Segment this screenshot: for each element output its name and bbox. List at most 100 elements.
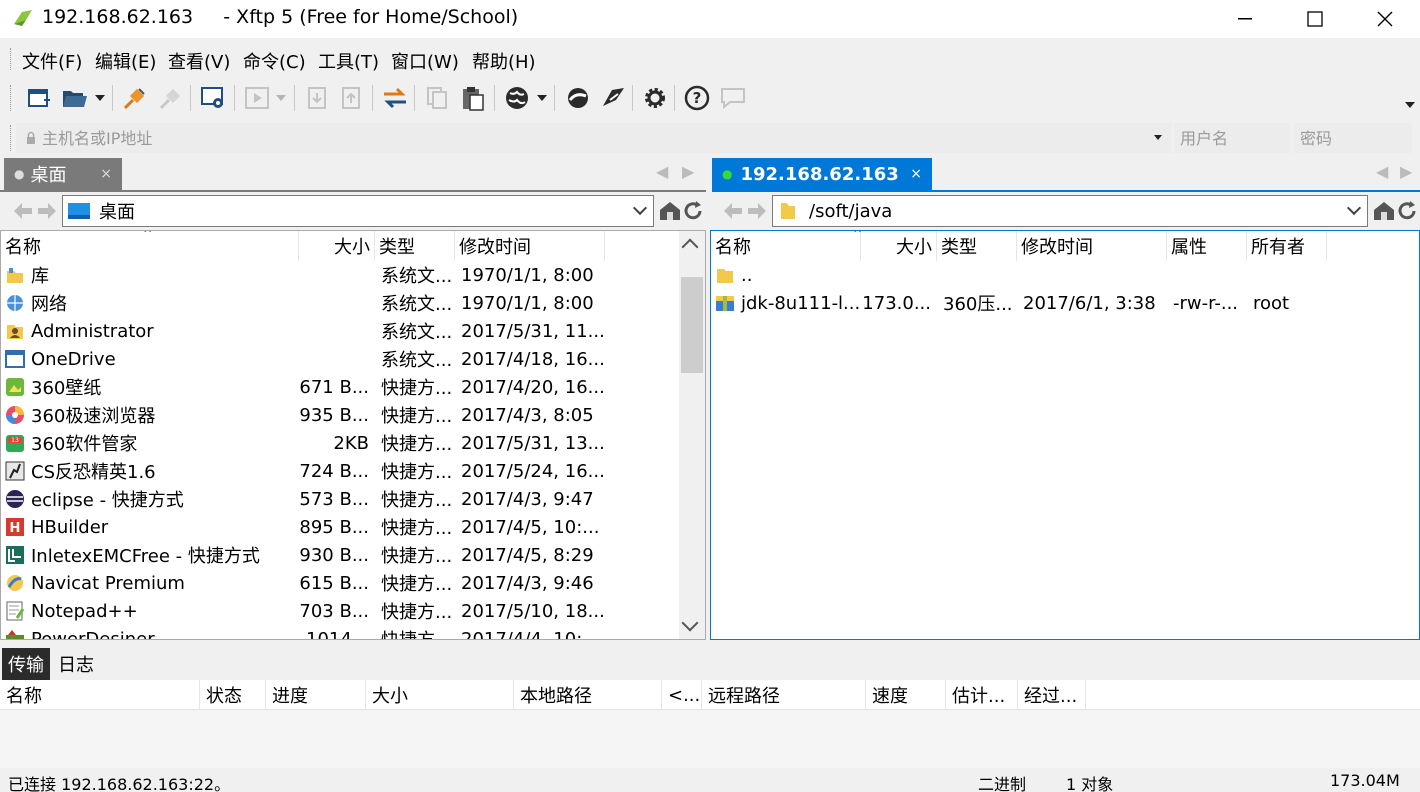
tab-scroll-left-icon[interactable]: ◀ bbox=[1376, 162, 1388, 181]
open-session-button[interactable] bbox=[60, 83, 90, 113]
column-header[interactable]: 修改时间 bbox=[1017, 231, 1167, 261]
local-scroll-thumb[interactable] bbox=[681, 277, 703, 373]
host-input[interactable] bbox=[16, 123, 1172, 153]
tab-local-desktop[interactable]: ● 桌面 × bbox=[4, 158, 122, 190]
file-row[interactable]: 360极速浏览器 935 B... 快捷方... 2017/4/3, 8:05 bbox=[1, 401, 605, 429]
host-history-dropdown-icon[interactable] bbox=[1154, 135, 1162, 140]
file-modified-cell: 2017/5/31, 13... bbox=[455, 429, 605, 457]
scroll-down-icon[interactable] bbox=[681, 614, 699, 632]
file-row[interactable]: Navicat Premium 615 B... 快捷方... 2017/4/3, 9… bbox=[1, 569, 605, 597]
disconnect-button[interactable] bbox=[156, 83, 186, 113]
file-row[interactable]: 13 360软件管家 2KB 快捷方... 2017/5/31, 13... bbox=[1, 429, 605, 457]
file-row[interactable]: 网络 系统文... 1970/1/1, 8:00 bbox=[1, 289, 605, 317]
toolbar-overflow-icon[interactable] bbox=[1405, 102, 1415, 108]
transfer-column-header[interactable]: 速度 bbox=[866, 680, 946, 710]
file-row[interactable]: eclipse - 快捷方式 573 B... 快捷方... 2017/4/3, 9:… bbox=[1, 485, 605, 513]
tab-scroll-left-icon[interactable]: ◀ bbox=[656, 162, 668, 181]
file-row[interactable]: 库 系统文... 1970/1/1, 8:00 bbox=[1, 261, 605, 289]
transfer-column-header[interactable]: 估计... bbox=[946, 680, 1018, 710]
copy-button[interactable] bbox=[422, 83, 452, 113]
column-header[interactable]: 类型 bbox=[937, 231, 1017, 261]
file-row[interactable]: 360壁纸 671 B... 快捷方... 2017/4/20, 16... bbox=[1, 373, 605, 401]
close-icon bbox=[1377, 11, 1393, 27]
transfer-column-header[interactable]: 状态 bbox=[200, 680, 266, 710]
file-row[interactable]: CS反恐精英1.6 724 B... 快捷方... 2017/5/24, 16... bbox=[1, 457, 605, 485]
sync-button[interactable] bbox=[380, 83, 410, 113]
file-size-cell bbox=[299, 317, 375, 345]
menu-edit[interactable]: 编辑(E) bbox=[95, 48, 156, 74]
transfer-column-header[interactable]: <... bbox=[662, 680, 702, 710]
transfer-column-header[interactable]: 远程路径 bbox=[702, 680, 866, 710]
file-type-cell: 快捷方... bbox=[375, 625, 455, 639]
menu-view[interactable]: 查看(V) bbox=[168, 48, 230, 74]
home-folder-icon[interactable] bbox=[1372, 200, 1396, 222]
file-row[interactable]: Administrator 系统文... 2017/5/31, 11... bbox=[1, 317, 605, 345]
column-header[interactable]: 所有者 bbox=[1247, 231, 1327, 261]
upload-button[interactable] bbox=[336, 83, 366, 113]
close-tab-icon[interactable]: × bbox=[910, 166, 922, 182]
encoding-dropdown-icon[interactable] bbox=[537, 95, 547, 101]
file-row[interactable]: Notepad++ 703 B... 快捷方... 2017/5/10, 18... bbox=[1, 597, 605, 625]
local-path-combobox[interactable]: 桌面 bbox=[62, 195, 654, 227]
new-session-button[interactable] bbox=[24, 83, 54, 113]
transfer-column-header[interactable]: 名称 bbox=[0, 680, 200, 710]
transfer-column-header[interactable]: 大小 bbox=[366, 680, 514, 710]
xftp-new-window-button[interactable] bbox=[598, 83, 628, 113]
connect-button[interactable] bbox=[120, 83, 150, 113]
file-row[interactable]: .. bbox=[711, 261, 1327, 289]
transfer-dropdown-icon[interactable] bbox=[276, 95, 286, 101]
chat-button[interactable] bbox=[718, 83, 748, 113]
start-transfer-button[interactable] bbox=[242, 83, 272, 113]
encoding-button[interactable] bbox=[502, 83, 532, 113]
column-header[interactable]: 属性 bbox=[1167, 231, 1247, 261]
username-input[interactable] bbox=[1174, 123, 1290, 153]
download-button[interactable] bbox=[302, 83, 332, 113]
help-button[interactable]: ? bbox=[682, 83, 712, 113]
column-header[interactable]: 类型 bbox=[375, 231, 455, 261]
refresh-icon[interactable] bbox=[1396, 200, 1418, 222]
back-arrow-icon[interactable] bbox=[722, 201, 744, 221]
forward-arrow-icon[interactable] bbox=[36, 201, 58, 221]
transfer-column-header[interactable]: 进度 bbox=[266, 680, 366, 710]
column-header[interactable]: 名称 ⌃ bbox=[1, 231, 299, 261]
paste-button[interactable] bbox=[458, 83, 488, 113]
properties-button[interactable] bbox=[198, 83, 228, 113]
tab-transfers[interactable]: 传输 bbox=[2, 648, 50, 680]
file-row[interactable]: PowerDesiner 1014... 快捷方... 2017/4/4, 10:..… bbox=[1, 625, 605, 639]
tab-log[interactable]: 日志 bbox=[52, 648, 100, 680]
transfer-column-header[interactable]: 本地路径 bbox=[514, 680, 662, 710]
scroll-up-icon[interactable] bbox=[681, 238, 699, 256]
close-window-button[interactable] bbox=[1350, 0, 1420, 38]
menu-window[interactable]: 窗口(W) bbox=[391, 48, 459, 74]
menu-help[interactable]: 帮助(H) bbox=[472, 48, 536, 74]
options-button[interactable] bbox=[640, 83, 670, 113]
tab-scroll-right-icon[interactable]: ▶ bbox=[1400, 162, 1412, 181]
tab-scroll-right-icon[interactable]: ▶ bbox=[682, 162, 694, 181]
column-header[interactable]: 修改时间 bbox=[455, 231, 605, 261]
column-header[interactable]: 大小 bbox=[861, 231, 937, 261]
file-row[interactable]: InletexEMCFree - 快捷方式 930 B... 快捷方... 2017/… bbox=[1, 541, 605, 569]
tab-remote-session[interactable]: ● 192.168.62.163 × bbox=[712, 158, 932, 190]
forward-arrow-icon[interactable] bbox=[746, 201, 768, 221]
file-row[interactable]: H HBuilder 895 B... 快捷方... 2017/4/5, 10:... bbox=[1, 513, 605, 541]
file-row[interactable]: jdk-8u111-l... 173.0... 360压... 2017/6/1, 3… bbox=[711, 289, 1327, 317]
back-arrow-icon[interactable] bbox=[12, 201, 34, 221]
file-row[interactable]: OneDrive 系统文... 2017/4/18, 16... bbox=[1, 345, 605, 373]
open-session-dropdown-icon[interactable] bbox=[95, 95, 105, 101]
password-input[interactable] bbox=[1294, 123, 1412, 153]
menu-tools[interactable]: 工具(T) bbox=[318, 48, 379, 74]
remote-path-combobox[interactable]: /soft/java bbox=[772, 195, 1368, 227]
minimize-button[interactable] bbox=[1210, 0, 1280, 38]
menu-file[interactable]: 文件(F) bbox=[22, 48, 82, 74]
home-folder-icon[interactable] bbox=[658, 200, 682, 222]
xshell-button[interactable] bbox=[562, 83, 592, 113]
file-modified-cell bbox=[1017, 261, 1167, 289]
column-header[interactable]: 大小 bbox=[299, 231, 375, 261]
menu-command[interactable]: 命令(C) bbox=[243, 48, 306, 74]
local-scrollbar[interactable] bbox=[679, 231, 705, 639]
close-tab-icon[interactable]: × bbox=[100, 166, 112, 182]
maximize-button[interactable] bbox=[1280, 0, 1350, 38]
column-header[interactable]: 名称 ⌃ bbox=[711, 231, 864, 261]
transfer-column-header[interactable]: 经过... bbox=[1018, 680, 1086, 710]
refresh-icon[interactable] bbox=[682, 200, 704, 222]
